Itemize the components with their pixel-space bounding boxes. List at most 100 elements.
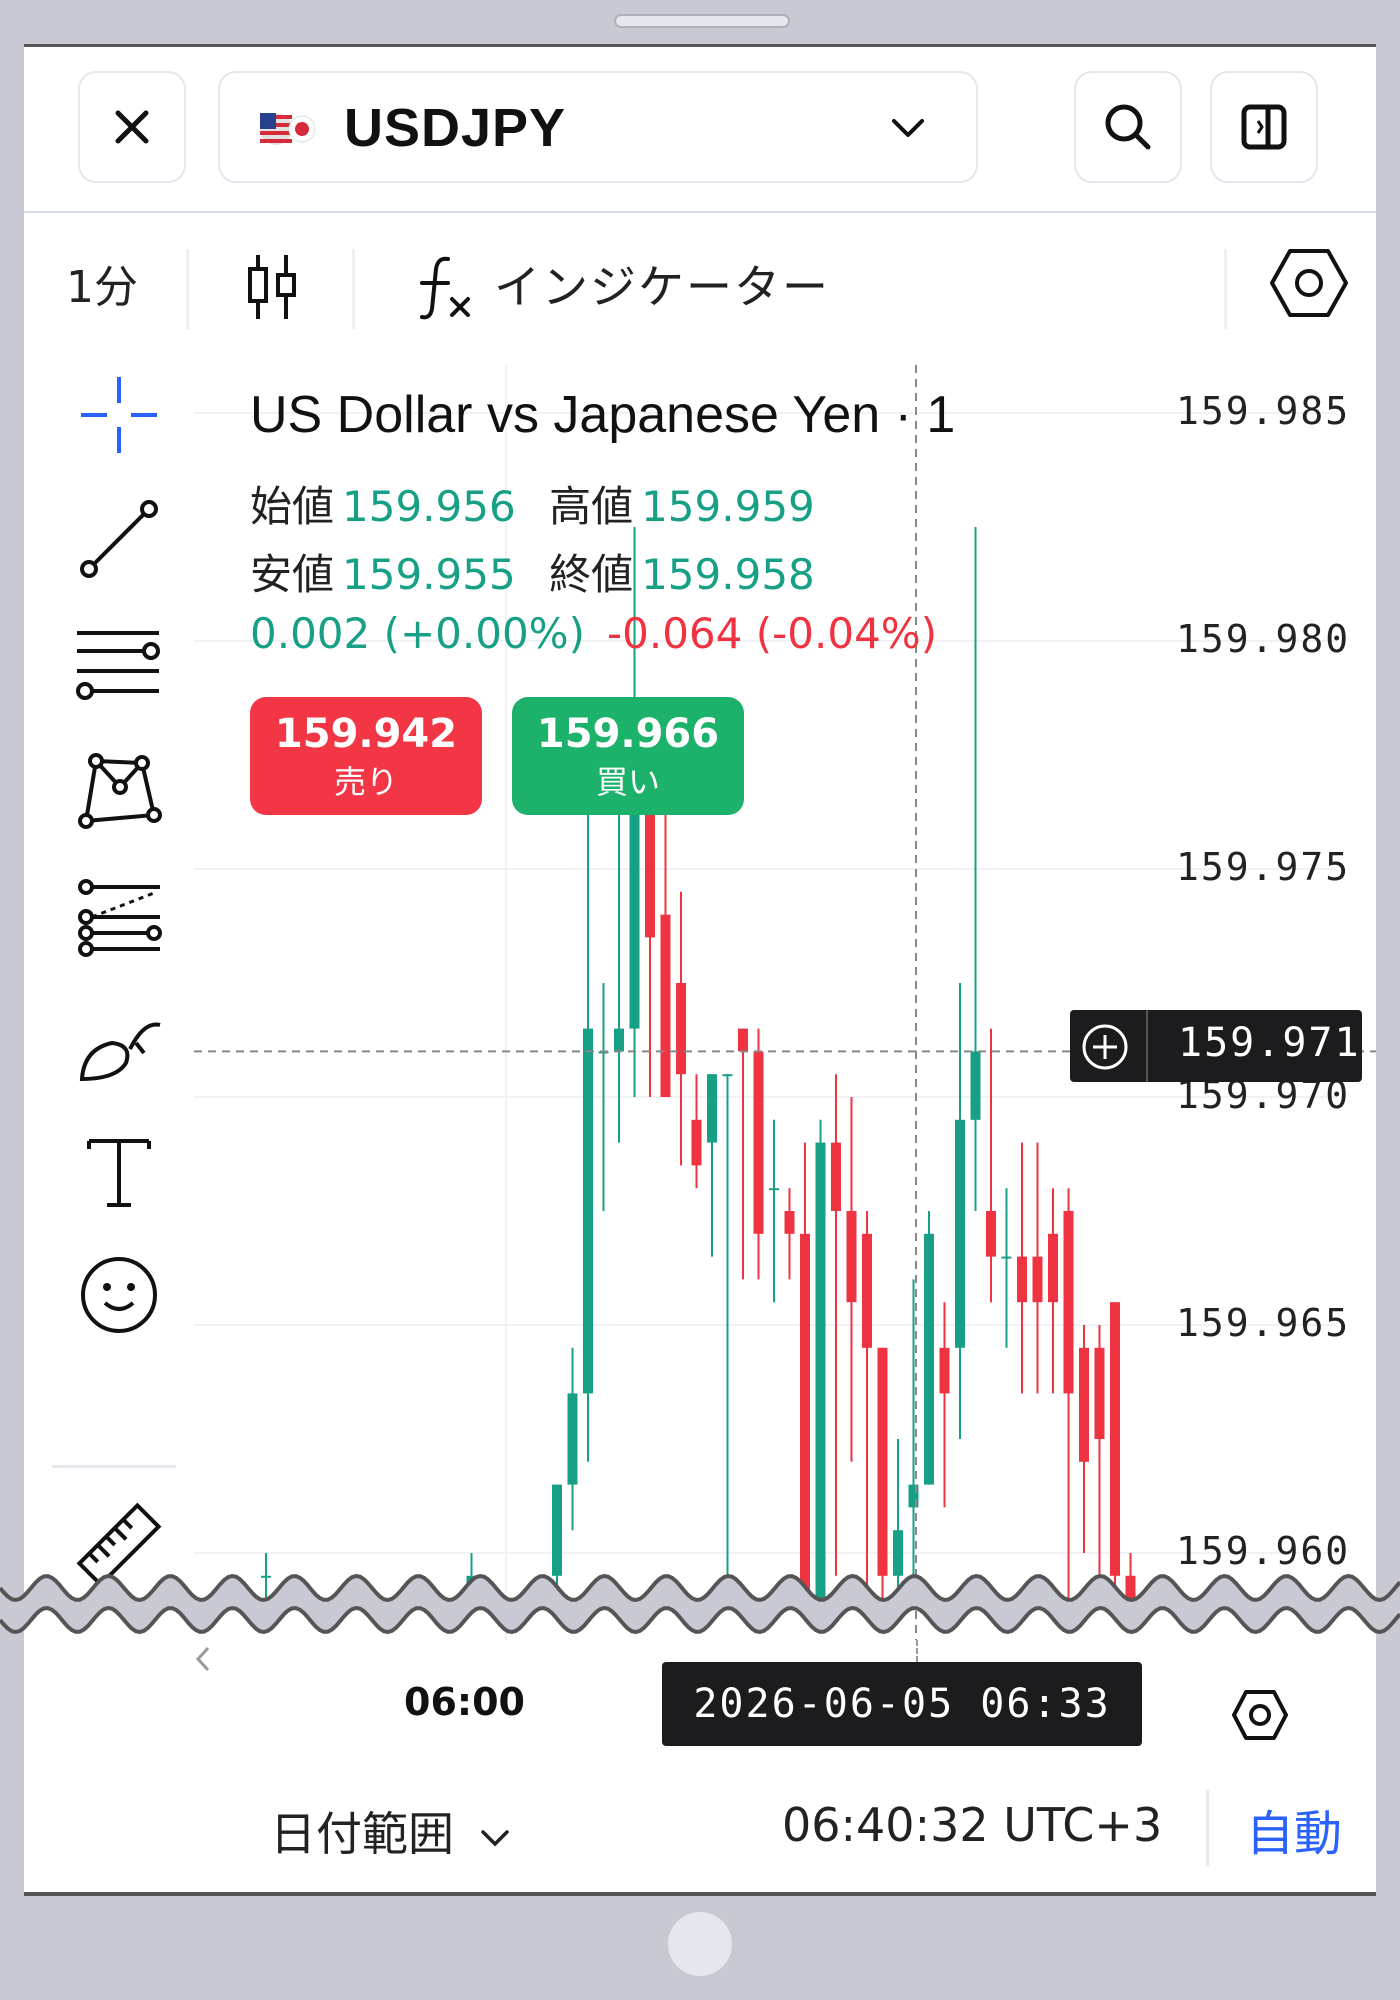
close-icon bbox=[115, 110, 149, 144]
candle-body bbox=[939, 1347, 950, 1394]
crosshair-price: 159.971 bbox=[1178, 1020, 1361, 1066]
divider bbox=[1224, 249, 1227, 329]
candle-body bbox=[691, 1119, 702, 1166]
horizontal-lines-icon bbox=[76, 631, 160, 700]
axis-settings-icon[interactable] bbox=[1232, 1688, 1288, 1742]
candle-body bbox=[955, 1119, 965, 1348]
brush-icon bbox=[79, 1022, 161, 1082]
trend-line-icon bbox=[80, 500, 158, 578]
candle-body bbox=[800, 1233, 810, 1603]
high-label: 高値 bbox=[549, 482, 634, 531]
plus-circle-icon[interactable] bbox=[1080, 1022, 1130, 1072]
candle-body bbox=[614, 1028, 624, 1052]
close-value: 159.958 bbox=[641, 550, 815, 599]
high-value: 159.959 bbox=[641, 482, 815, 531]
candle-body bbox=[1001, 1256, 1012, 1259]
search-icon bbox=[1105, 104, 1151, 150]
candle-body bbox=[738, 1028, 748, 1052]
chevron-down-icon bbox=[892, 119, 924, 137]
chart-settings-button[interactable] bbox=[1270, 245, 1348, 325]
fib-icon bbox=[78, 879, 162, 957]
text-tool[interactable] bbox=[64, 1121, 174, 1221]
candle-body bbox=[1063, 1211, 1074, 1394]
date-range-button[interactable]: 日付範囲 bbox=[270, 1798, 511, 1864]
candle-body bbox=[629, 800, 640, 1029]
divider bbox=[1146, 1010, 1148, 1082]
symbol-selector[interactable]: USDJPY bbox=[218, 71, 978, 183]
emoji-icon bbox=[81, 1257, 157, 1333]
chevron-down-icon bbox=[480, 1829, 509, 1846]
candle-body bbox=[877, 1347, 888, 1576]
home-button[interactable] bbox=[668, 1912, 732, 1976]
sell-label: 売り bbox=[333, 763, 398, 801]
buy-price: 159.966 bbox=[536, 711, 720, 757]
open-label: 始値 bbox=[250, 482, 335, 531]
trend-line-tool[interactable] bbox=[64, 489, 174, 589]
chart-toolbar: 1分 インジケーター bbox=[24, 215, 1376, 365]
buy-label: 買い bbox=[595, 763, 660, 801]
candle-body bbox=[784, 1211, 795, 1234]
emoji-tool[interactable] bbox=[64, 1245, 174, 1345]
crosshair-time-tag: 2026-06-05 06:33 bbox=[662, 1662, 1142, 1746]
candle-body bbox=[707, 1074, 717, 1143]
time-axis-label: 06:00 bbox=[404, 1680, 525, 1724]
hexagon-settings-icon bbox=[1270, 249, 1348, 317]
ohlc-row-2: 安値 159.955 終値 159.958 bbox=[250, 541, 815, 602]
clock-timezone[interactable]: 06:40:32 UTC+3 bbox=[782, 1798, 1162, 1852]
chart-type-button[interactable] bbox=[244, 251, 300, 327]
panel-toggle-button[interactable] bbox=[1210, 71, 1318, 183]
open-value: 159.956 bbox=[342, 482, 516, 531]
timeframe-button[interactable]: 1分 bbox=[66, 251, 138, 315]
change-value: 0.002 (+0.00%) bbox=[250, 609, 585, 658]
candle-body bbox=[970, 1051, 981, 1120]
auto-scale-button[interactable]: 自動 bbox=[1246, 1794, 1342, 1864]
panel-toggle-icon bbox=[1241, 104, 1287, 150]
change-value-2: -0.064 (-0.04%) bbox=[606, 609, 938, 658]
price-axis-label: 159.965 bbox=[1176, 1301, 1351, 1345]
text-icon bbox=[87, 1139, 151, 1207]
candle-body bbox=[846, 1211, 857, 1303]
candle-body bbox=[660, 914, 671, 1097]
candle-body bbox=[676, 983, 686, 1075]
date-range-label: 日付範囲 bbox=[270, 1807, 454, 1861]
brush-tool[interactable] bbox=[64, 995, 174, 1095]
candle-body bbox=[815, 1142, 826, 1603]
crosshair-icon bbox=[81, 377, 157, 453]
price-axis-label: 159.980 bbox=[1176, 617, 1351, 661]
pattern-tool[interactable] bbox=[64, 741, 174, 841]
search-button[interactable] bbox=[1074, 71, 1182, 183]
candle-body bbox=[924, 1233, 934, 1485]
sell-price: 159.942 bbox=[274, 711, 458, 757]
symbol-name: USDJPY bbox=[344, 98, 567, 158]
function-icon bbox=[420, 256, 470, 320]
scroll-left-icon[interactable] bbox=[190, 1642, 214, 1676]
candle-body bbox=[567, 1393, 578, 1485]
horizontal-lines-tool[interactable] bbox=[64, 615, 174, 715]
pattern-icon bbox=[78, 753, 162, 829]
drawing-toolbar bbox=[24, 365, 176, 1605]
crosshair-vline-bottom bbox=[916, 1640, 918, 1662]
divider bbox=[186, 249, 189, 329]
ohlc-row-1: 始値 159.956 高値 159.959 bbox=[250, 473, 815, 534]
fib-tool[interactable] bbox=[64, 869, 174, 969]
us-jp-flag-icon bbox=[260, 113, 316, 145]
candle-body bbox=[722, 1074, 733, 1077]
candle-body bbox=[1079, 1347, 1089, 1462]
wavy-divider bbox=[0, 1573, 1400, 1635]
sell-button[interactable]: 159.942 売り bbox=[250, 697, 482, 815]
candle-body bbox=[831, 1142, 841, 1211]
device-speaker bbox=[614, 14, 790, 28]
low-label: 安値 bbox=[250, 550, 335, 599]
crosshair-tool[interactable] bbox=[64, 365, 174, 465]
candle-body bbox=[1094, 1347, 1105, 1439]
candlestick-icon bbox=[248, 255, 296, 319]
candle-body bbox=[1017, 1256, 1027, 1303]
candle-body bbox=[1110, 1302, 1120, 1576]
close-button[interactable] bbox=[78, 71, 186, 183]
price-axis-label: 159.975 bbox=[1176, 845, 1351, 889]
legend-title: US Dollar vs Japanese Yen · 1 bbox=[250, 386, 956, 444]
divider bbox=[52, 1465, 176, 1468]
buy-button[interactable]: 159.966 買い bbox=[512, 697, 744, 815]
top-bar: USDJPY bbox=[24, 47, 1376, 213]
divider bbox=[1206, 1790, 1209, 1866]
